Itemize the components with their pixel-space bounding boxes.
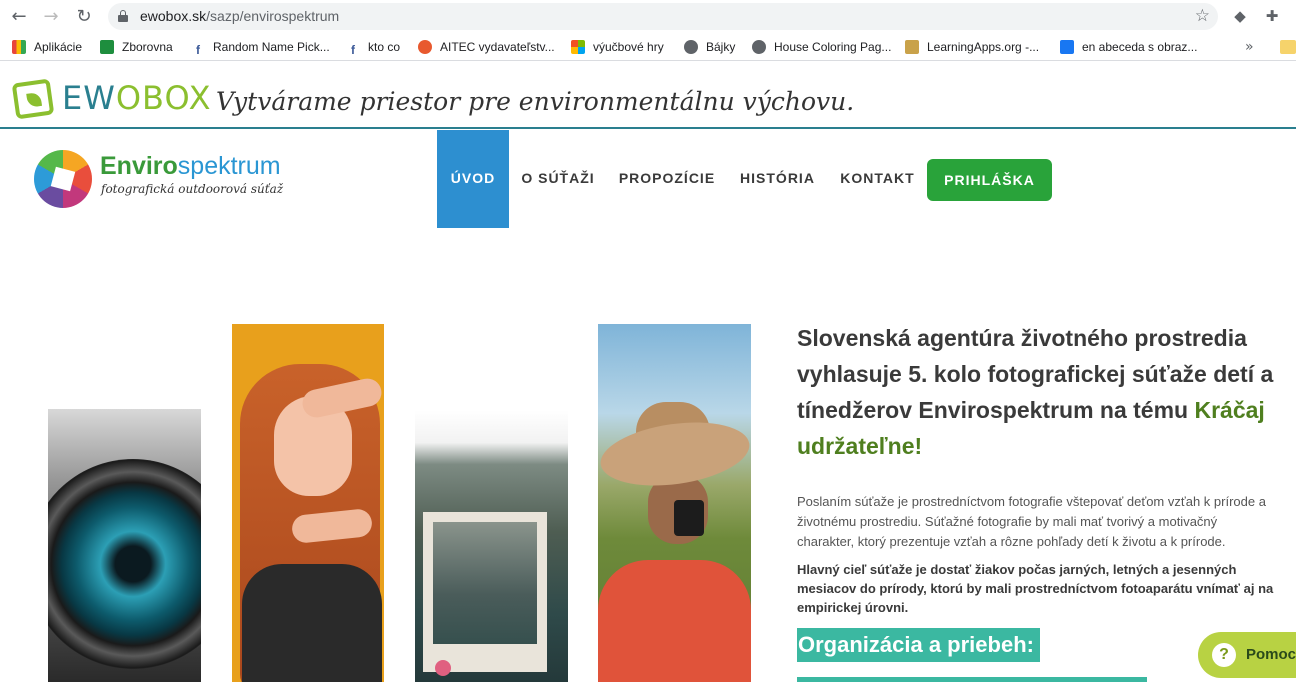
bookmark-label: House Coloring Pag... <box>774 40 892 54</box>
intro-line: životnému prostrediu. Súťažné fotografie… <box>797 514 1218 529</box>
signup-button[interactable]: PRIHLÁŠKA <box>927 159 1052 201</box>
ewobox-logo-icon[interactable] <box>11 78 55 120</box>
photo-girl-framing <box>232 324 384 682</box>
nav-historia[interactable]: HISTÓRIA <box>734 130 821 228</box>
goal-line: Hlavný cieľ súťaže je dostať žiakov poča… <box>797 562 1237 577</box>
bookmark-label: kto co <box>368 40 401 54</box>
ewobox-name-suffix: OBOX <box>115 79 212 117</box>
facebook-icon: f <box>346 43 360 57</box>
facebook-icon <box>1060 40 1074 54</box>
goal-paragraph: Hlavný cieľ súťaže je dostať žiakov poča… <box>797 560 1296 617</box>
forward-icon[interactable]: → <box>38 4 64 30</box>
apps-grid-icon <box>12 40 26 54</box>
url-path: /sazp/envirospektrum <box>206 8 340 24</box>
envirospektrum-logo-icon[interactable] <box>34 150 92 208</box>
site-title[interactable]: Envirospektrum <box>100 152 281 181</box>
intro-line: charakter, ktorý prezentuje vzťah a rôzn… <box>797 534 1226 549</box>
bookmark-en-abeceda[interactable]: en abeceda s obraz... <box>1060 33 1197 61</box>
bookmark-label: LearningApps.org -... <box>927 40 1040 54</box>
nav-propozicie[interactable]: PROPOZÍCIE <box>614 130 720 228</box>
help-button[interactable]: ? Pomoc <box>1198 632 1296 678</box>
bookmark-vyucbove-hry[interactable]: výučbové hry <box>571 33 664 61</box>
extensions-puzzle-icon[interactable]: ✚ <box>1262 6 1282 26</box>
bookmark-random-name[interactable]: f Random Name Pick... <box>191 33 330 61</box>
intro-line: Poslaním súťaže je prostredníctvom fotog… <box>797 494 1266 509</box>
bookmark-house-coloring[interactable]: House Coloring Pag... <box>752 33 891 61</box>
ewobox-name-prefix: EW <box>62 79 116 117</box>
nav-uvod[interactable]: ÚVOD <box>437 130 509 228</box>
photo-lake-polaroid <box>415 410 568 682</box>
bookmarks-bar: Aplikácie Zborovna f Random Name Pick... … <box>0 33 1296 61</box>
site-title-a: Enviro <box>100 152 178 180</box>
site-subtitle: fotografická outdoorová súťaž <box>101 182 284 196</box>
folder-icon[interactable] <box>1280 40 1296 54</box>
lock-icon <box>118 10 128 22</box>
browser-toolbar: ← → ↻ ewobox.sk/sazp/envirospektrum ☆ ◆ … <box>0 0 1296 33</box>
ewobox-name[interactable]: EWOBOX <box>62 79 212 117</box>
main-headline: Slovenská agentúra životného prostredia … <box>797 320 1296 464</box>
bookmark-label: AITEC vydavateľstv... <box>440 40 555 54</box>
nav-kontakt[interactable]: KONTAKT <box>835 130 920 228</box>
help-label: Pomoc <box>1246 646 1296 663</box>
dropbox-icon[interactable]: ◆ <box>1230 6 1250 26</box>
organization-heading: Organizácia a priebeh: <box>797 628 1040 662</box>
bookmark-zborovna[interactable]: Zborovna <box>100 33 173 61</box>
bookmark-label: Aplikácie <box>34 40 83 54</box>
bookmark-bajky[interactable]: Bájky <box>684 33 735 61</box>
bookmark-kto-co[interactable]: f kto co <box>346 33 400 61</box>
microsoft-icon <box>571 40 585 54</box>
url-domain: ewobox.sk <box>140 8 207 24</box>
ewobox-banner: EWOBOX Vytvárame priestor pre environmen… <box>0 67 1296 129</box>
ewobox-tagline: Vytvárame priestor pre environmentálnu v… <box>216 87 855 116</box>
bookmark-label: výučbové hry <box>593 40 664 54</box>
bookmark-star-icon[interactable]: ☆ <box>1195 3 1210 30</box>
globe-icon <box>752 40 766 54</box>
more-bookmarks-icon[interactable]: » <box>1245 33 1254 61</box>
intro-paragraph: Poslaním súťaže je prostredníctvom fotog… <box>797 492 1296 552</box>
facebook-icon: f <box>191 43 205 57</box>
question-icon: ? <box>1212 643 1236 667</box>
zborovna-icon <box>100 40 114 54</box>
back-icon[interactable]: ← <box>6 4 32 30</box>
globe-icon <box>684 40 698 54</box>
bookmark-label: Zborovna <box>122 40 173 54</box>
goal-line: mesiacov do prírody, ktorú by mali prost… <box>797 581 1274 596</box>
photo-camera-lens <box>48 409 201 682</box>
next-heading-strip <box>797 677 1147 682</box>
reload-icon[interactable]: ↻ <box>71 4 97 30</box>
bookmark-apps[interactable]: Aplikácie <box>12 33 82 61</box>
bookmark-aitec[interactable]: AITEC vydavateľstv... <box>418 33 555 61</box>
nav-o-sutazi[interactable]: O SÚŤAŽI <box>516 130 600 228</box>
address-bar[interactable]: ewobox.sk/sazp/envirospektrum ☆ <box>108 3 1218 30</box>
learningapps-icon <box>905 40 919 54</box>
bookmark-label: en abeceda s obraz... <box>1082 40 1198 54</box>
bookmark-label: Bájky <box>706 40 736 54</box>
bookmark-learningapps[interactable]: LearningApps.org -... <box>905 33 1039 61</box>
url-text[interactable]: ewobox.sk/sazp/envirospektrum <box>140 3 339 30</box>
site-title-b: spektrum <box>177 152 281 180</box>
photo-woman-hat-camera <box>598 324 751 682</box>
aitec-icon <box>418 40 432 54</box>
bookmark-label: Random Name Pick... <box>213 40 330 54</box>
goal-line: empirickej úrovni. <box>797 600 909 615</box>
